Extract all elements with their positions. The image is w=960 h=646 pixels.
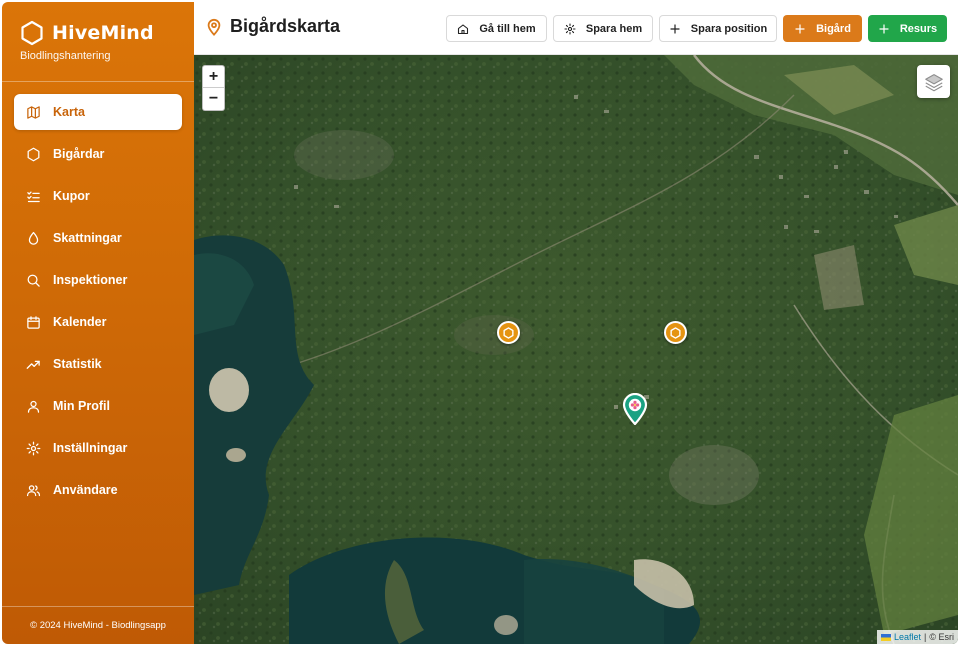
layers-button[interactable] xyxy=(917,65,950,98)
save-home-label: Spara hem xyxy=(585,22,643,35)
search-icon xyxy=(27,274,40,287)
flag-icon xyxy=(880,633,891,641)
sidebar-item-label: Bigårdar xyxy=(53,147,105,161)
hexagon-icon xyxy=(503,326,514,339)
sidebar: HiveMind Biodlingshantering Karta Bigård… xyxy=(2,2,194,644)
page-title-text: Bigårdskarta xyxy=(230,16,341,36)
sidebar-item-kupor[interactable]: Kupor xyxy=(14,178,182,214)
add-resource-label: Resurs xyxy=(899,22,938,35)
zoom-out-button[interactable]: − xyxy=(203,88,224,110)
hexagon-logo-icon xyxy=(21,20,43,46)
sidebar-item-min-profil[interactable]: Min Profil xyxy=(14,388,182,424)
gear-icon xyxy=(564,22,576,35)
list-check-icon xyxy=(27,191,40,202)
page-title: Bigårdskarta xyxy=(206,16,340,37)
sidebar-item-skattningar[interactable]: Skattningar xyxy=(14,220,182,256)
save-position-label: Spara position xyxy=(690,22,768,35)
plus-icon xyxy=(670,23,680,34)
map-icon xyxy=(27,105,40,119)
sidebar-item-label: Användare xyxy=(53,483,118,497)
sidebar-item-label: Min Profil xyxy=(53,399,110,413)
sidebar-item-label: Inställningar xyxy=(53,441,128,455)
trending-up-icon xyxy=(26,360,40,369)
leaflet-link[interactable]: Leaflet xyxy=(894,632,921,642)
satellite-imagery xyxy=(194,55,958,644)
apiary-marker[interactable] xyxy=(497,321,520,344)
add-apiary-button[interactable]: Bigård xyxy=(783,15,862,42)
brand[interactable]: HiveMind xyxy=(20,20,154,46)
brand-name: HiveMind xyxy=(52,22,154,44)
users-icon xyxy=(26,484,41,496)
sidebar-item-label: Kupor xyxy=(53,189,90,203)
sidebar-item-label: Skattningar xyxy=(53,231,122,245)
sidebar-item-installningar[interactable]: Inställningar xyxy=(14,430,182,466)
calendar-icon xyxy=(27,315,40,329)
sidebar-item-label: Statistik xyxy=(53,357,102,371)
add-resource-button[interactable]: Resurs xyxy=(868,15,947,42)
home-icon xyxy=(458,23,469,34)
map-view[interactable]: + − Leaflet | © Esri xyxy=(194,55,958,644)
go-home-button[interactable]: Gå till hem xyxy=(446,15,547,42)
brand-subtitle: Biodlingshantering xyxy=(20,50,111,62)
sidebar-nav: Karta Bigårdar Kupor Skattningar Inspekt… xyxy=(14,94,182,514)
save-home-button[interactable]: Spara hem xyxy=(553,15,653,42)
attribution-separator: | xyxy=(924,632,927,642)
sidebar-item-label: Inspektioner xyxy=(53,273,128,287)
user-icon xyxy=(27,400,40,413)
resource-marker[interactable] xyxy=(622,392,648,426)
droplet-icon xyxy=(28,231,39,245)
sidebar-footer: © 2024 HiveMind - Biodlingsapp xyxy=(2,606,194,644)
go-home-label: Gå till hem xyxy=(479,22,536,35)
hexagon-icon xyxy=(27,147,40,161)
top-header: Bigårdskarta Gå till hem Spara hem Spara… xyxy=(194,2,958,55)
layers-icon xyxy=(924,73,943,91)
sidebar-item-bigardar[interactable]: Bigårdar xyxy=(14,136,182,172)
map-pin-icon xyxy=(207,18,221,36)
sidebar-item-label: Karta xyxy=(53,105,85,119)
zoom-in-button[interactable]: + xyxy=(203,66,224,88)
sidebar-item-label: Kalender xyxy=(53,315,107,329)
gear-icon xyxy=(26,441,41,455)
resource-pin-icon xyxy=(622,392,648,426)
sidebar-item-statistik[interactable]: Statistik xyxy=(14,346,182,382)
app-window: HiveMind Biodlingshantering Karta Bigård… xyxy=(2,2,958,644)
sidebar-item-kalender[interactable]: Kalender xyxy=(14,304,182,340)
map-attribution: Leaflet | © Esri xyxy=(876,630,958,644)
divider xyxy=(2,81,194,82)
save-position-button[interactable]: Spara position xyxy=(659,15,777,42)
sidebar-item-anvandare[interactable]: Användare xyxy=(14,472,182,508)
zoom-control: + − xyxy=(202,65,225,111)
plus-icon xyxy=(795,23,805,34)
sidebar-item-karta[interactable]: Karta xyxy=(14,94,182,130)
esri-attribution: © Esri xyxy=(929,632,954,642)
apiary-marker[interactable] xyxy=(664,321,687,344)
sidebar-item-inspektioner[interactable]: Inspektioner xyxy=(14,262,182,298)
add-apiary-label: Bigård xyxy=(816,22,851,35)
plus-icon xyxy=(879,23,889,34)
hexagon-icon xyxy=(670,326,681,339)
